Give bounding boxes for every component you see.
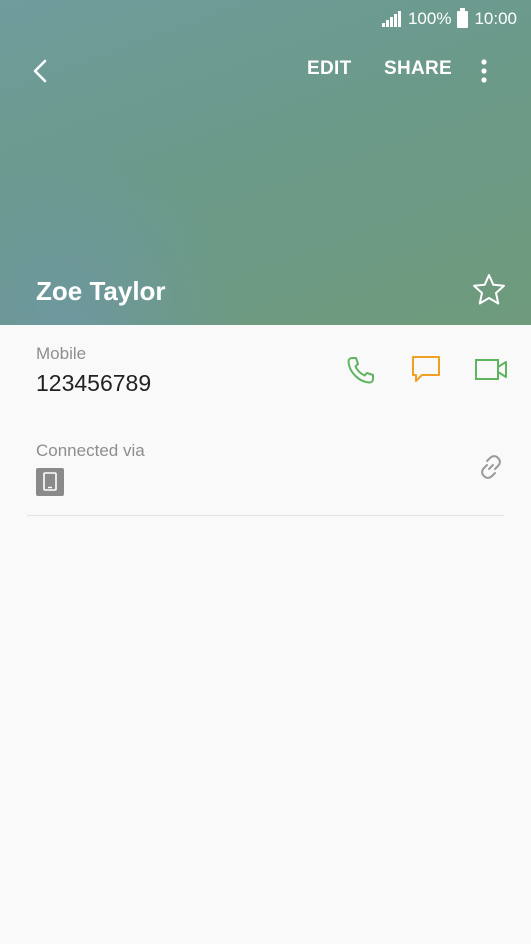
- message-icon: [412, 356, 440, 382]
- signal-icon: [381, 11, 402, 27]
- more-options-button[interactable]: [472, 54, 496, 90]
- section-divider: [27, 515, 504, 516]
- phone-icon: [347, 357, 374, 384]
- share-button[interactable]: SHARE: [384, 58, 452, 80]
- call-button[interactable]: [345, 354, 377, 391]
- link-button[interactable]: [476, 452, 506, 487]
- connected-via-label: Connected via: [36, 441, 145, 460]
- edit-button[interactable]: EDIT: [307, 58, 351, 80]
- toolbar: EDIT SHARE: [0, 48, 531, 96]
- message-button[interactable]: [410, 353, 442, 390]
- star-icon: [473, 274, 505, 305]
- video-call-button[interactable]: [474, 355, 508, 390]
- phone-type-label: Mobile: [36, 344, 87, 363]
- back-button[interactable]: [24, 54, 60, 90]
- more-vertical-icon: [481, 59, 487, 83]
- contact-header: 100% 10:00 EDIT SHARE Zoe Taylor: [0, 0, 531, 325]
- phone-number[interactable]: 123456789: [36, 370, 151, 397]
- video-icon: [475, 359, 507, 380]
- battery-percent: 100%: [407, 9, 452, 28]
- back-arrow-icon: [33, 59, 47, 83]
- favorite-button[interactable]: [471, 272, 507, 308]
- battery-icon: [457, 7, 469, 28]
- link-icon: [481, 455, 501, 479]
- contact-name: Zoe Taylor: [36, 276, 166, 306]
- status-bar: 100% 10:00: [381, 7, 517, 30]
- clock: 10:00: [474, 9, 517, 28]
- tablet-icon: [36, 468, 64, 501]
